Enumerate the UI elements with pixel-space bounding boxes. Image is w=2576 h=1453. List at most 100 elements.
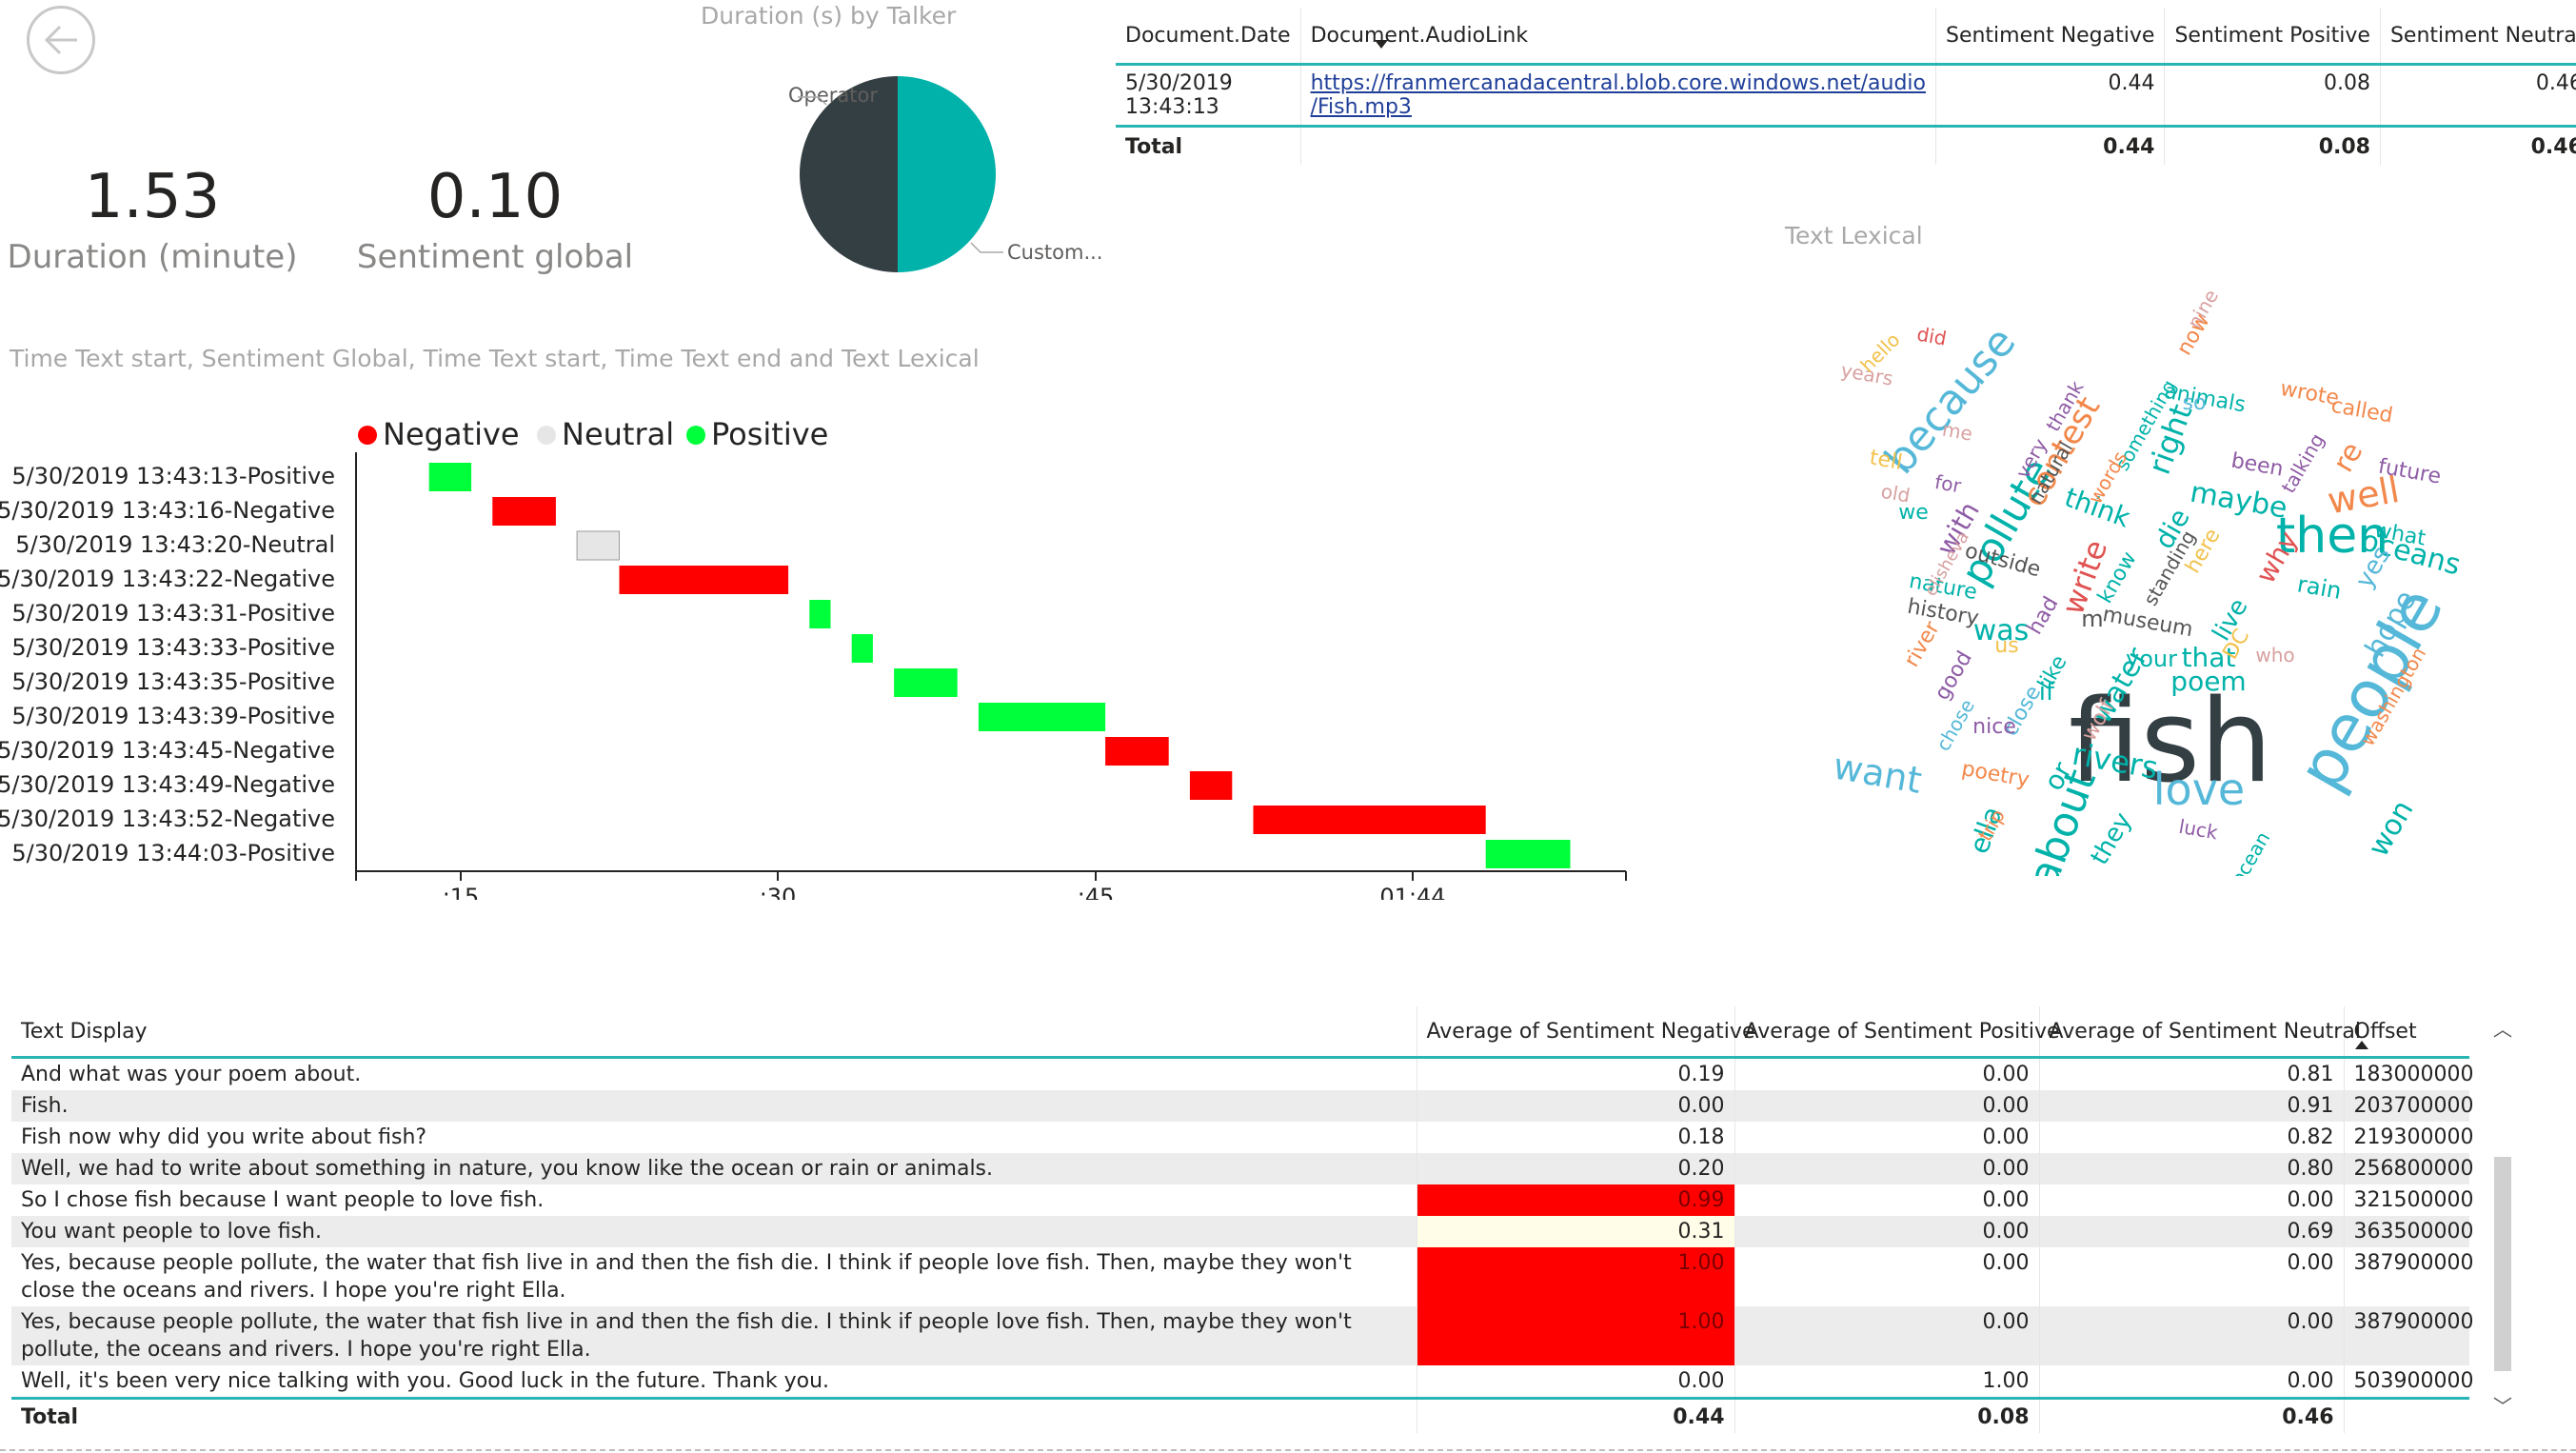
cloud-word[interactable]: m (2081, 606, 2103, 632)
legend-label: Positive (711, 416, 828, 452)
cloud-word[interactable]: won (2362, 795, 2420, 863)
gantt-bar[interactable] (1189, 771, 1233, 800)
table-row[interactable]: Fish. 0.00 0.00 0.91 203700000 (11, 1090, 2473, 1122)
kpi-value: 0.10 (426, 162, 564, 232)
table-row[interactable]: So I chose fish because I want people to… (11, 1184, 2473, 1216)
cloud-word[interactable]: so (2183, 391, 2207, 415)
sort-asc-icon[interactable] (2355, 1041, 2368, 1049)
row-label: 5/30/2019 13:43:31-Positive (11, 600, 335, 627)
gantt-bar[interactable] (1253, 806, 1486, 834)
cloud-word[interactable]: maybe (2188, 475, 2289, 525)
col-header[interactable]: Average of Sentiment Positive (1734, 1006, 2060, 1059)
back-button[interactable] (27, 6, 95, 74)
table-row[interactable]: Well, it's been very nice talking with y… (11, 1365, 2473, 1399)
gantt-chart: Negative Neutral Positive 5/30/2019 13:43:1… (0, 416, 1627, 900)
cloud-word[interactable]: ocean (2226, 827, 2274, 876)
cloud-word[interactable]: rain (2295, 570, 2344, 605)
cell-text: Fish now why did you write about fish? (21, 1125, 427, 1149)
cloud-word[interactable]: who (2255, 644, 2294, 667)
cell-text: And what was your poem about. (21, 1063, 362, 1086)
cell-neg: 1.00 (1416, 1306, 1734, 1365)
cloud-word[interactable]: poetry (1960, 757, 2031, 792)
gantt-bar[interactable] (978, 703, 1106, 731)
table-row[interactable]: And what was your poem about. 0.19 0.00 0.8… (11, 1057, 2473, 1090)
cloud-word[interactable]: want (1830, 745, 1925, 802)
audio-link[interactable]: https://franmercanadacentral.blob.core.w… (1311, 71, 1926, 95)
cell-offset: 387900000 (2343, 1247, 2473, 1306)
cell-neu: 0.00 (2038, 1247, 2344, 1306)
gantt-bar[interactable] (809, 600, 831, 628)
col-header[interactable]: Offset (2343, 1006, 2469, 1059)
col-header[interactable]: Document.Date (1116, 8, 1301, 66)
cloud-word[interactable]: did (1915, 323, 1949, 350)
cell-offset: 219300000 (2343, 1122, 2473, 1153)
col-header[interactable]: Document.AudioLink (1299, 8, 1936, 66)
cell-offset: 321500000 (2343, 1184, 2473, 1216)
gantt-bar[interactable] (428, 463, 472, 491)
cloud-word[interactable]: for (1933, 470, 1964, 498)
cloud-word[interactable]: words (2084, 448, 2132, 508)
cell-neg: 0.20 (1416, 1153, 1734, 1184)
cloud-word[interactable]: love (2153, 764, 2245, 815)
cloud-word[interactable]: been (2229, 449, 2285, 482)
row-label: 5/30/2019 13:43:35-Positive (11, 668, 335, 695)
gantt-bar[interactable] (1105, 737, 1169, 766)
legend-label: Negative (383, 416, 520, 452)
col-header[interactable]: Sentiment Positive (2164, 8, 2381, 66)
cell-neg: 0.00 (1416, 1090, 1734, 1122)
scroll-thumb[interactable] (2494, 1157, 2511, 1371)
document-table: Document.Date Document.AudioLink Sentime… (1116, 8, 2576, 165)
col-header[interactable]: Sentiment Negative (1934, 8, 2165, 66)
gantt-bar[interactable] (619, 566, 789, 594)
cloud-word[interactable]: old (1879, 480, 1912, 508)
col-header[interactable]: Average of Sentiment Neutral (2038, 1006, 2361, 1059)
leader-line (970, 242, 1003, 253)
gantt-bar[interactable] (576, 530, 620, 561)
col-header[interactable]: Text Display (11, 1006, 1417, 1059)
pie-slice[interactable] (898, 76, 996, 272)
cell-link[interactable]: https://franmercanadacentral.blob.core.w… (1299, 64, 1936, 127)
vertical-scrollbar[interactable]: ︿ ﹀ (2492, 1019, 2513, 1419)
table-row[interactable]: You want people to love fish. 0.31 0.00 0.6… (11, 1216, 2473, 1247)
row-label: 5/30/2019 13:43:20-Neutral (15, 531, 335, 558)
cloud-word[interactable]: river (1900, 617, 1946, 671)
table-row[interactable]: Yes, because people pollute, the water t… (11, 1247, 2473, 1306)
cloud-word[interactable]: tell (1868, 446, 1904, 475)
cell-pos: 0.08 (2164, 64, 2381, 127)
col-header[interactable]: Sentiment Neutral (2379, 8, 2576, 66)
x-tick-label: :15 (443, 884, 480, 900)
cell-offset: 387900000 (2343, 1306, 2473, 1365)
cloud-word[interactable]: they (2086, 807, 2138, 869)
cloud-word[interactable]: luck (2177, 815, 2220, 845)
gantt-bar[interactable] (1485, 840, 1571, 868)
table-row[interactable]: 5/30/2019 13:43:13 https://franmercanada… (1116, 64, 2576, 127)
gantt-bar[interactable] (851, 634, 873, 663)
cloud-word[interactable]: museum (2101, 603, 2195, 642)
back-arrow-icon (44, 25, 77, 55)
cloud-word[interactable]: nice (1972, 715, 2016, 739)
gantt-bar[interactable] (894, 668, 958, 697)
cloud-word[interactable]: your (2126, 646, 2177, 672)
col-header[interactable]: Average of Sentiment Negative (1416, 1006, 1754, 1059)
cloud-word[interactable]: people (2284, 575, 2459, 803)
chevron-down-icon[interactable]: ﹀ (2492, 1396, 2513, 1417)
table-row[interactable]: Fish now why did you write about fish? 0.… (11, 1122, 2473, 1153)
cell-text: Yes, because people pollute, the water t… (11, 1306, 1417, 1365)
cloud-word[interactable]: re (2327, 436, 2369, 478)
table-row[interactable]: Yes, because people pollute, the water t… (11, 1306, 2473, 1365)
audio-link[interactable]: /Fish.mp3 (1311, 95, 1412, 119)
row-label: 5/30/2019 13:43:39-Positive (11, 703, 335, 729)
pie-label: Operator (788, 84, 878, 107)
cloud-word[interactable]: good (1931, 647, 1977, 705)
sort-desc-icon[interactable] (1375, 40, 1388, 49)
cloud-word[interactable]: called (2329, 394, 2395, 428)
cloud-word[interactable]: us (1994, 634, 2018, 658)
cell-neg: 0.44 (1934, 64, 2165, 127)
table-row[interactable]: Well, we had to write about something in… (11, 1153, 2473, 1184)
chevron-up-icon[interactable]: ︿ (2492, 1019, 2513, 1040)
total-pos: 0.08 (2164, 125, 2381, 165)
cloud-word[interactable]: talking (2277, 429, 2329, 497)
gantt-bar[interactable] (492, 497, 556, 526)
word-cloud: fish peoplelovethenaboutbecausewantpollut… (1830, 286, 2464, 876)
cell-neu: 0.46 (2379, 64, 2576, 127)
